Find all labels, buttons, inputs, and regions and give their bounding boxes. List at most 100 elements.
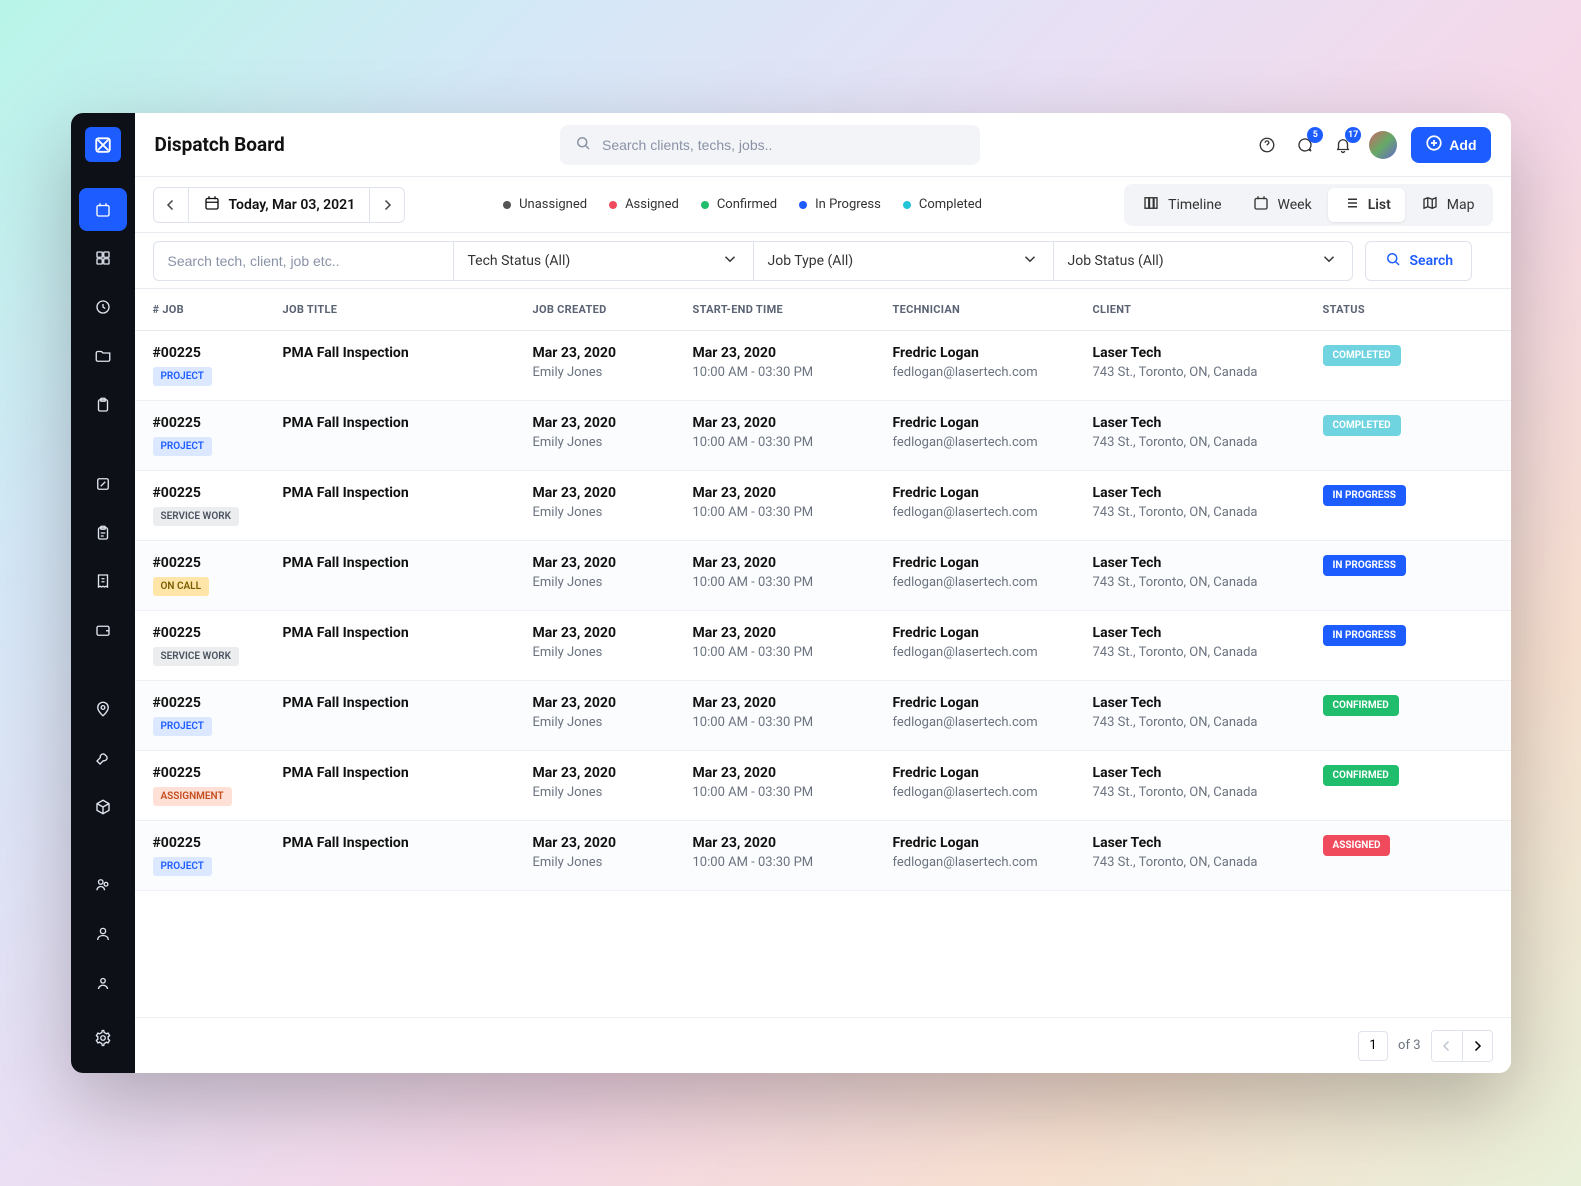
created-by: Emily Jones	[533, 785, 693, 800]
table-row[interactable]: #00225 PROJECT PMA Fall Inspection Mar 2…	[135, 821, 1511, 891]
nav-dispatch[interactable]	[79, 188, 127, 231]
job-title: PMA Fall Inspection	[283, 345, 533, 361]
job-type-pill: PROJECT	[153, 857, 212, 876]
add-button[interactable]: Add	[1411, 127, 1490, 163]
page-next[interactable]	[1462, 1031, 1492, 1061]
cell-title: PMA Fall Inspection	[283, 555, 533, 596]
nav-folder[interactable]	[79, 335, 127, 378]
nav-profile[interactable]	[79, 961, 127, 1004]
toolbar: Today, Mar 03, 2021 Unassigned Assigned Co…	[135, 177, 1511, 233]
status-badge: IN PROGRESS	[1323, 555, 1406, 576]
nav-time[interactable]	[79, 286, 127, 329]
chevron-down-icon	[1021, 250, 1039, 272]
view-week[interactable]: Week	[1238, 188, 1326, 222]
global-search[interactable]	[560, 125, 980, 165]
view-timeline[interactable]: Timeline	[1128, 188, 1235, 222]
column-header: START-END TIME	[693, 303, 893, 316]
nav-clipboard[interactable]	[79, 384, 127, 427]
date-display[interactable]: Today, Mar 03, 2021	[189, 187, 370, 223]
nav-wallet[interactable]	[79, 609, 127, 652]
table-row[interactable]: #00225 PROJECT PMA Fall Inspection Mar 2…	[135, 331, 1511, 401]
table-row[interactable]: #00225 ON CALL PMA Fall Inspection Mar 2…	[135, 541, 1511, 611]
status-badge: ASSIGNED	[1323, 835, 1391, 856]
tech-email: fedlogan@lasertech.com	[893, 505, 1093, 520]
filter-jobstatus-label: Job Status (All)	[1068, 253, 1164, 269]
view-list[interactable]: List	[1328, 188, 1405, 222]
date-next[interactable]	[369, 187, 405, 223]
chat-icon[interactable]: 5	[1293, 133, 1317, 157]
legend-label: Completed	[919, 197, 982, 212]
job-type-pill: PROJECT	[153, 367, 212, 386]
calendar-icon	[203, 194, 221, 216]
table-row[interactable]: #00225 PROJECT PMA Fall Inspection Mar 2…	[135, 401, 1511, 471]
cell-tech: Fredric Logan fedlogan@lasertech.com	[893, 695, 1093, 736]
chat-badge: 5	[1307, 127, 1323, 143]
nav-location[interactable]	[79, 687, 127, 730]
cell-tech: Fredric Logan fedlogan@lasertech.com	[893, 555, 1093, 596]
job-type-pill: ON CALL	[153, 577, 209, 596]
time-range: 10:00 AM - 03:30 PM	[693, 785, 893, 800]
tech-name: Fredric Logan	[893, 835, 1093, 851]
tech-name: Fredric Logan	[893, 695, 1093, 711]
page-prev[interactable]	[1432, 1031, 1462, 1061]
status-badge: COMPLETED	[1323, 415, 1401, 436]
bell-icon[interactable]: 17	[1331, 133, 1355, 157]
table-row[interactable]: #00225 SERVICE WORK PMA Fall Inspection …	[135, 611, 1511, 681]
column-header: CLIENT	[1093, 303, 1323, 316]
filter-tech-status[interactable]: Tech Status (All)	[453, 241, 753, 281]
job-type-pill: PROJECT	[153, 437, 212, 456]
job-id: #00225	[153, 485, 283, 501]
logo-icon[interactable]	[85, 127, 121, 162]
cell-job: #00225 PROJECT	[153, 345, 283, 386]
table-row[interactable]: #00225 SERVICE WORK PMA Fall Inspection …	[135, 471, 1511, 541]
global-search-input[interactable]	[602, 137, 966, 153]
time-range: 10:00 AM - 03:30 PM	[693, 365, 893, 380]
created-by: Emily Jones	[533, 715, 693, 730]
start-date: Mar 23, 2020	[693, 415, 893, 431]
date-prev[interactable]	[153, 187, 189, 223]
job-id: #00225	[153, 695, 283, 711]
status-badge: CONFIRMED	[1323, 765, 1399, 786]
filter-search[interactable]	[153, 241, 453, 281]
nav-receipt[interactable]	[79, 560, 127, 603]
legend-dot	[503, 201, 511, 209]
created-date: Mar 23, 2020	[533, 555, 693, 571]
legend-dot	[799, 201, 807, 209]
legend-label: Assigned	[625, 197, 679, 212]
sidebar	[71, 113, 135, 1073]
filter-search-button[interactable]: Search	[1365, 241, 1473, 281]
table-row[interactable]: #00225 PROJECT PMA Fall Inspection Mar 2…	[135, 681, 1511, 751]
table-row[interactable]: #00225 ASSIGNMENT PMA Fall Inspection Ma…	[135, 751, 1511, 821]
nav-discount[interactable]	[79, 462, 127, 505]
filter-search-input[interactable]	[168, 253, 439, 269]
legend-item: Unassigned	[503, 197, 587, 212]
job-type-pill: SERVICE WORK	[153, 507, 239, 526]
client-name: Laser Tech	[1093, 345, 1323, 361]
nav-user[interactable]	[79, 912, 127, 955]
filter-job-status[interactable]: Job Status (All)	[1053, 241, 1353, 281]
client-name: Laser Tech	[1093, 765, 1323, 781]
nav-tasks[interactable]	[79, 511, 127, 554]
view-map[interactable]: Map	[1407, 188, 1489, 222]
view-segment: Timeline Week List Map	[1124, 184, 1492, 226]
page-current[interactable]: 1	[1358, 1031, 1388, 1061]
status-badge: IN PROGRESS	[1323, 625, 1406, 646]
nav-wrench[interactable]	[79, 736, 127, 779]
created-date: Mar 23, 2020	[533, 695, 693, 711]
help-icon[interactable]	[1255, 133, 1279, 157]
nav-grid[interactable]	[79, 237, 127, 280]
nav-settings[interactable]	[79, 1016, 127, 1059]
filter-job-type[interactable]: Job Type (All)	[753, 241, 1053, 281]
cell-status: CONFIRMED	[1323, 695, 1463, 736]
cell-title: PMA Fall Inspection	[283, 415, 533, 456]
cell-job: #00225 ASSIGNMENT	[153, 765, 283, 806]
legend: UnassignedAssignedConfirmedIn ProgressCo…	[503, 197, 982, 212]
avatar[interactable]	[1369, 131, 1397, 159]
cell-tech: Fredric Logan fedlogan@lasertech.com	[893, 835, 1093, 876]
cell-tech: Fredric Logan fedlogan@lasertech.com	[893, 485, 1093, 526]
client-address: 743 St., Toronto, ON, Canada	[1093, 715, 1323, 730]
nav-team[interactable]	[79, 863, 127, 906]
nav-package[interactable]	[79, 785, 127, 828]
plus-icon	[1425, 134, 1443, 155]
cell-job: #00225 SERVICE WORK	[153, 625, 283, 666]
